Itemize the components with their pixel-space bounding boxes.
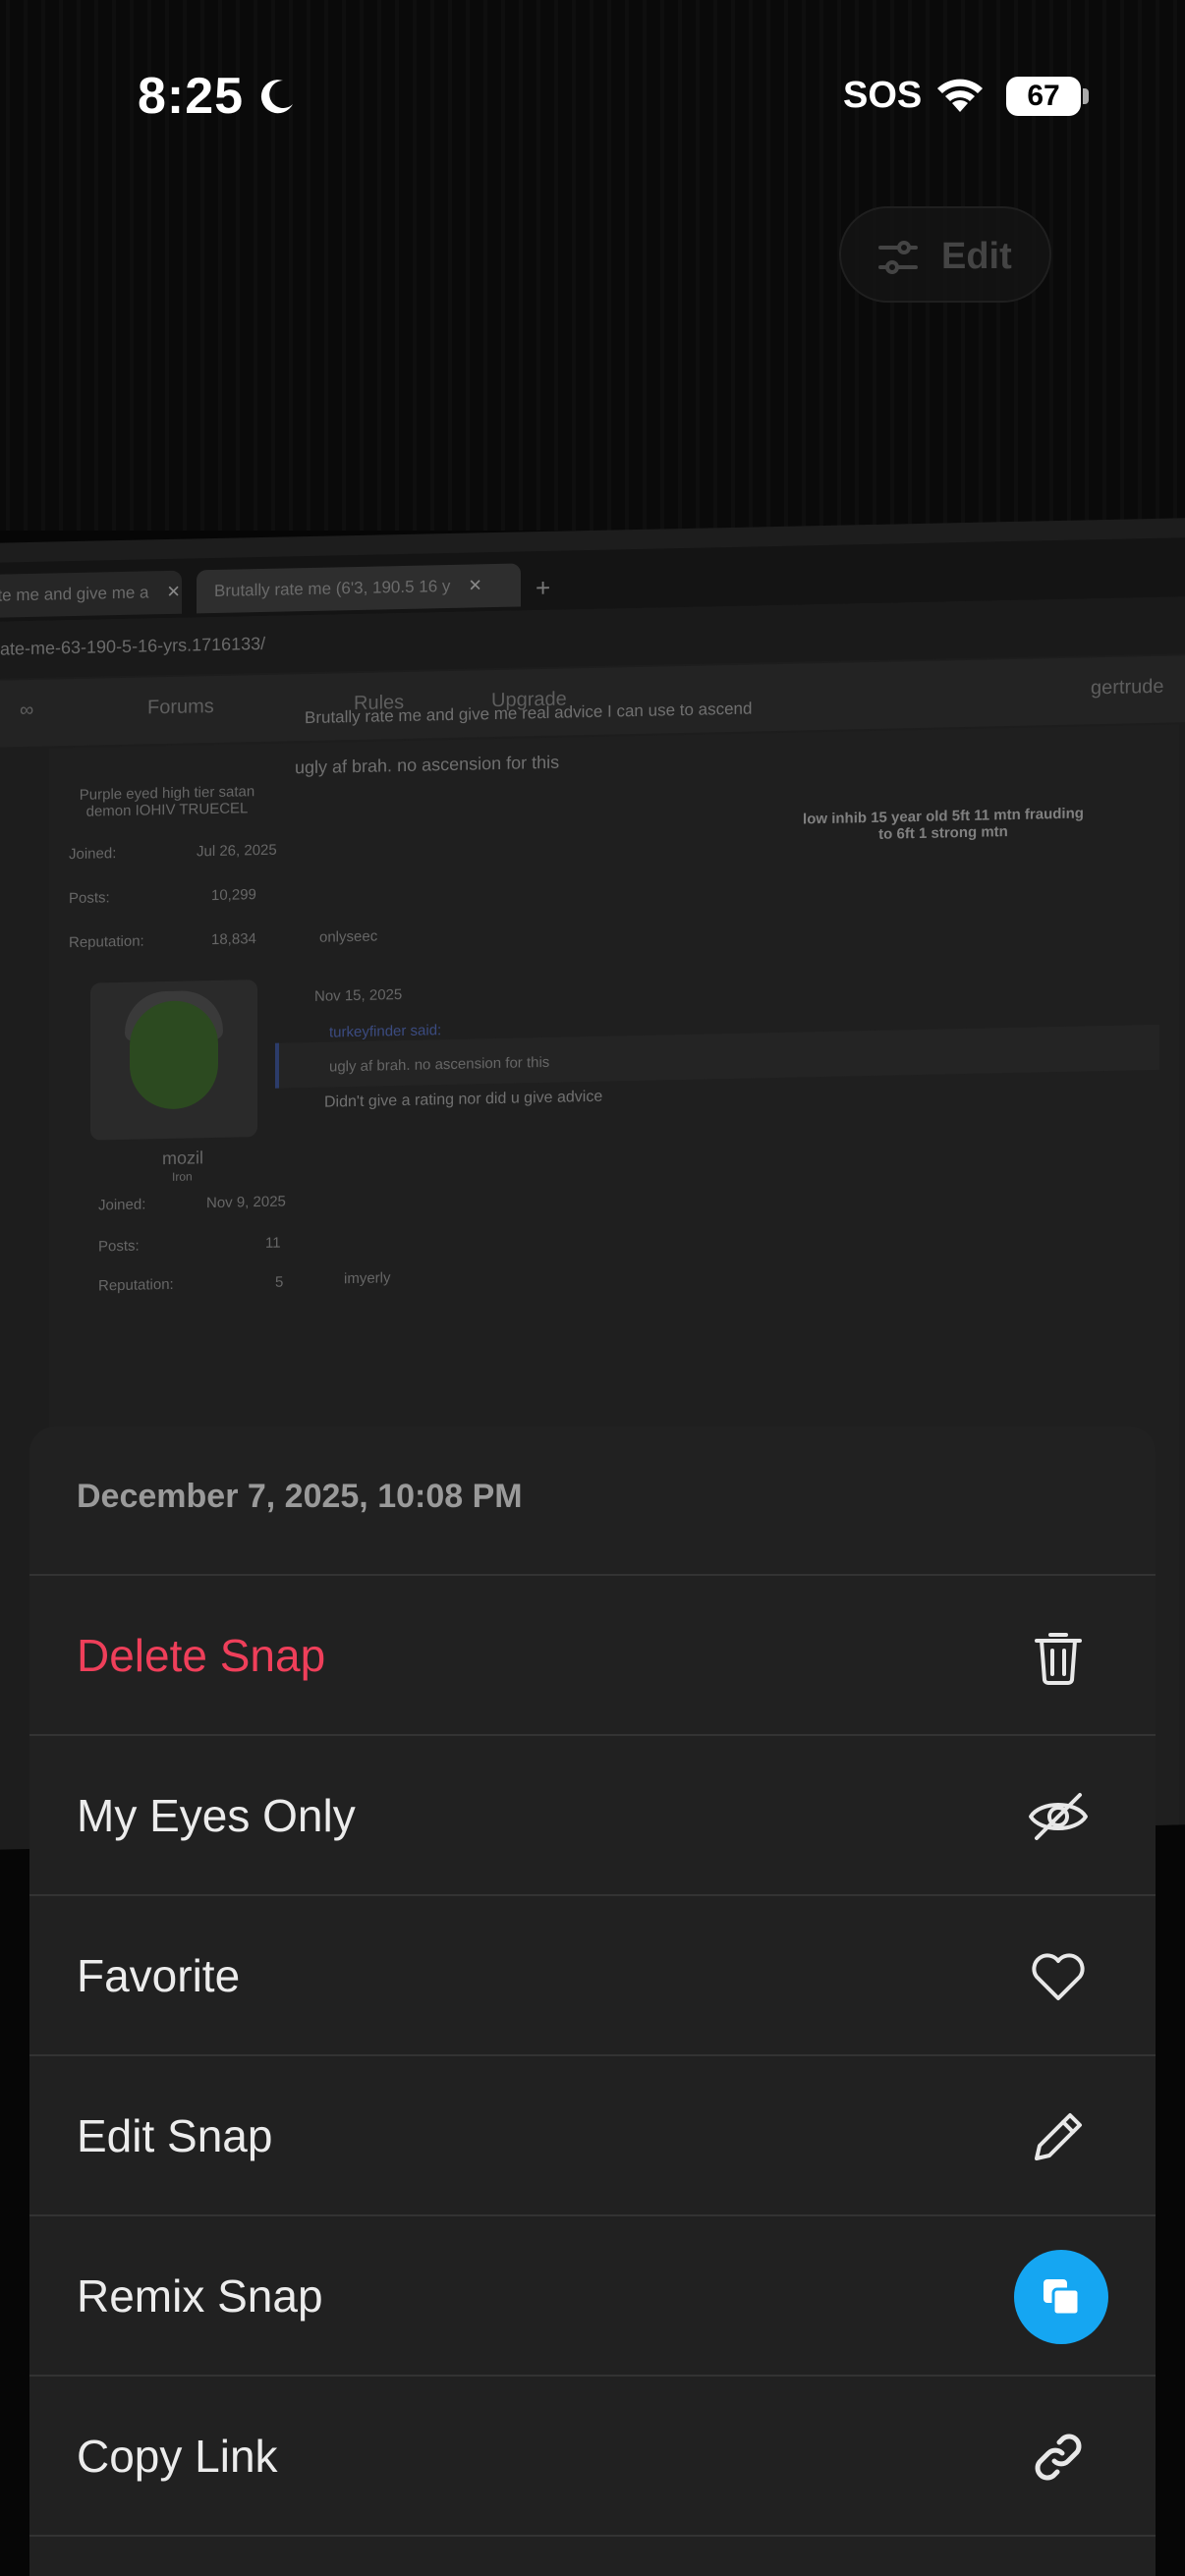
joined-label: Joined: bbox=[98, 1196, 146, 1214]
user-rank: Iron bbox=[172, 1169, 193, 1184]
reputation-label: Reputation: bbox=[98, 1275, 174, 1295]
avatar bbox=[90, 980, 257, 1141]
edit-button[interactable]: Edit bbox=[839, 206, 1051, 303]
posts-label: Posts: bbox=[69, 889, 110, 908]
joined-label: Joined: bbox=[69, 845, 117, 864]
favorite-button[interactable]: Favorite bbox=[29, 1894, 1156, 2054]
my-eyes-only-button[interactable]: My Eyes Only bbox=[29, 1734, 1156, 1894]
pencil-icon bbox=[1035, 2113, 1082, 2160]
posts-label: Posts: bbox=[98, 1237, 140, 1256]
status-sos: SOS bbox=[843, 75, 923, 116]
browser-tab: ate me and give me a ✕ bbox=[0, 570, 182, 619]
posts-value: 11 bbox=[265, 1234, 281, 1252]
reputation-label: Reputation: bbox=[69, 932, 144, 952]
status-bar: 8:25 SOS 67 bbox=[0, 0, 1185, 177]
signature: low inhib 15 year old 5ft 11 mtn fraudin… bbox=[803, 805, 1084, 843]
my-eyes-only-label: My Eyes Only bbox=[77, 1790, 356, 1841]
sliders-icon bbox=[878, 241, 918, 274]
post-text: ugly af brah. no ascension for this bbox=[295, 752, 560, 778]
trash-icon bbox=[1035, 1633, 1082, 1685]
plus-icon: + bbox=[536, 572, 551, 603]
more-options-row[interactable] bbox=[29, 2535, 1156, 2576]
favorite-label: Favorite bbox=[77, 1950, 241, 2001]
nav-forums: Forums bbox=[147, 696, 214, 719]
moon-icon bbox=[260, 80, 293, 114]
battery-level: 67 bbox=[1006, 77, 1081, 116]
user-title: Purple eyed high tier satan demon IOHIV … bbox=[79, 783, 255, 820]
copy-link-label: Copy Link bbox=[77, 2431, 278, 2482]
battery-nub bbox=[1083, 88, 1089, 104]
reputation-value: 18,834 bbox=[211, 930, 256, 949]
remix-snap-label: Remix Snap bbox=[77, 2270, 323, 2322]
post-text: Didn't give a rating nor did u give advi… bbox=[324, 1088, 603, 1111]
link-icon bbox=[1035, 2434, 1082, 2481]
wifi-icon bbox=[937, 79, 983, 112]
heart-icon bbox=[1032, 1953, 1085, 2000]
quote-author: turkeyfinder said: bbox=[329, 1022, 442, 1041]
action-sheet: December 7, 2025, 10:08 PM Delete Snap M… bbox=[29, 1427, 1156, 2576]
browser-tab-title: Brutally rate me (6'3, 190.5 16 y bbox=[214, 576, 451, 601]
eye-slash-icon bbox=[1029, 1793, 1088, 1840]
reputation-value: 5 bbox=[275, 1273, 284, 1291]
status-time: 8:25 bbox=[138, 68, 245, 125]
edit-snap-label: Edit Snap bbox=[77, 2110, 273, 2161]
post-date: Nov 15, 2025 bbox=[314, 985, 403, 1005]
close-icon: ✕ bbox=[166, 582, 181, 602]
remix-snap-button[interactable]: Remix Snap bbox=[29, 2214, 1156, 2375]
browser-tab-title: ate me and give me a bbox=[0, 583, 149, 605]
forum-logo-icon: ∞ bbox=[20, 699, 34, 722]
remix-icon bbox=[1014, 2250, 1108, 2344]
edit-snap-button[interactable]: Edit Snap bbox=[29, 2054, 1156, 2214]
joined-value: Jul 26, 2025 bbox=[197, 841, 277, 861]
delete-snap-button[interactable]: Delete Snap bbox=[29, 1574, 1156, 1734]
close-icon: ✕ bbox=[468, 576, 482, 595]
delete-snap-label: Delete Snap bbox=[77, 1630, 326, 1681]
username: mozil bbox=[162, 1148, 204, 1169]
like-user: onlyseec bbox=[319, 927, 378, 946]
edit-label: Edit bbox=[941, 236, 1012, 277]
snap-date: December 7, 2025, 10:08 PM bbox=[77, 1478, 523, 1515]
browser-tab-active: Brutally rate me (6'3, 190.5 16 y ✕ bbox=[197, 563, 521, 614]
copy-link-button[interactable]: Copy Link bbox=[29, 2375, 1156, 2535]
like-user: imyerly bbox=[344, 1269, 391, 1288]
joined-value: Nov 9, 2025 bbox=[206, 1193, 286, 1212]
posts-value: 10,299 bbox=[211, 886, 256, 905]
nav-user: gertrude bbox=[1091, 675, 1164, 700]
